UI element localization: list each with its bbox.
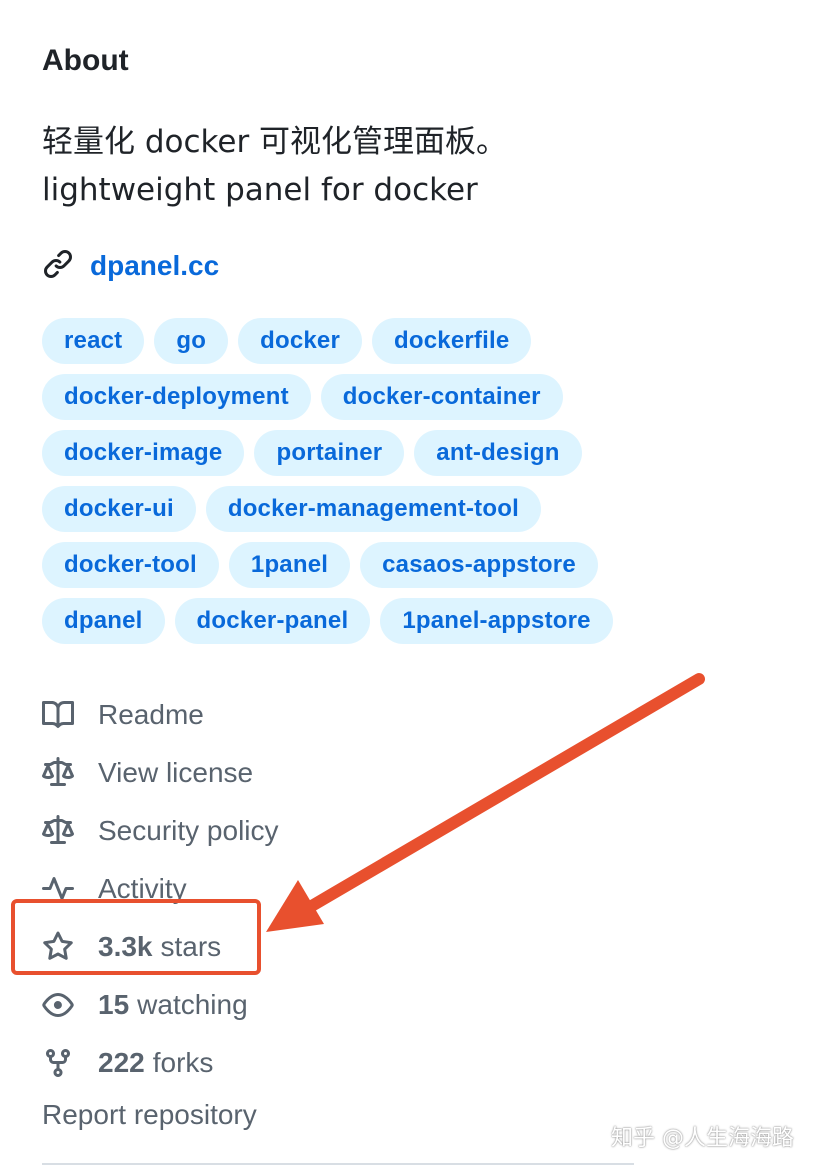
- link-icon: [42, 248, 74, 285]
- topic-tag[interactable]: portainer: [254, 430, 405, 476]
- topic-tag[interactable]: 1panel: [228, 542, 351, 588]
- topic-tag[interactable]: docker: [238, 318, 363, 364]
- readme-link[interactable]: Readme: [42, 686, 279, 744]
- about-heading: About: [42, 44, 129, 77]
- readme-label: Readme: [98, 699, 204, 730]
- website-link[interactable]: dpanel.cc: [42, 244, 219, 288]
- security-policy-link[interactable]: Security policy: [42, 802, 279, 860]
- topic-tag[interactable]: docker-image: [42, 430, 245, 476]
- security-policy-label: Security policy: [98, 815, 279, 846]
- about-sidebar: About 轻量化 docker 可视化管理面板。 lightweight pa…: [0, 0, 814, 1170]
- watermark: 知乎 @人生海海路: [611, 1126, 794, 1151]
- scale-icon: [42, 757, 74, 789]
- topic-tag[interactable]: docker-container: [320, 374, 563, 420]
- website-url: dpanel.cc: [90, 250, 220, 281]
- divider: [42, 1163, 634, 1165]
- license-label: View license: [98, 757, 254, 788]
- description-line-2: lightweight panel for docker: [42, 172, 478, 208]
- watching-label: watching: [137, 989, 248, 1020]
- scale-icon: [42, 815, 74, 847]
- watching-count: 15: [98, 989, 130, 1020]
- report-repository-link[interactable]: Report repository: [42, 1095, 257, 1135]
- topic-tag[interactable]: casaos-appstore: [360, 542, 598, 588]
- eye-icon: [42, 989, 74, 1021]
- license-link[interactable]: View license: [42, 744, 279, 802]
- repo-description: 轻量化 docker 可视化管理面板。 lightweight panel fo…: [42, 118, 507, 214]
- topic-tag[interactable]: 1panel-appstore: [380, 598, 613, 644]
- forks-count: 222: [98, 1047, 145, 1078]
- topic-tag[interactable]: docker-ui: [42, 486, 196, 532]
- forks-link[interactable]: 222 forks: [42, 1034, 279, 1092]
- repo-meta-list: Readme View license Security policy Acti…: [42, 686, 279, 1092]
- description-line-1: 轻量化 docker 可视化管理面板。: [42, 124, 508, 160]
- watching-link[interactable]: 15 watching: [42, 976, 279, 1034]
- topic-tag[interactable]: docker-deployment: [42, 374, 311, 420]
- topic-list: react go docker dockerfile docker-deploy…: [42, 318, 622, 644]
- topic-tag[interactable]: docker-management-tool: [205, 486, 541, 532]
- topic-tag[interactable]: docker-panel: [174, 598, 371, 644]
- annotation-highlight-box: [11, 899, 261, 975]
- fork-icon: [42, 1047, 74, 1079]
- topic-tag[interactable]: go: [154, 318, 229, 364]
- topic-tag[interactable]: dpanel: [42, 598, 165, 644]
- topic-tag[interactable]: ant-design: [414, 430, 582, 476]
- forks-label: forks: [152, 1047, 214, 1078]
- topic-tag[interactable]: docker-tool: [42, 542, 219, 588]
- book-icon: [42, 699, 74, 731]
- topic-tag[interactable]: react: [42, 318, 145, 364]
- topic-tag[interactable]: dockerfile: [372, 318, 532, 364]
